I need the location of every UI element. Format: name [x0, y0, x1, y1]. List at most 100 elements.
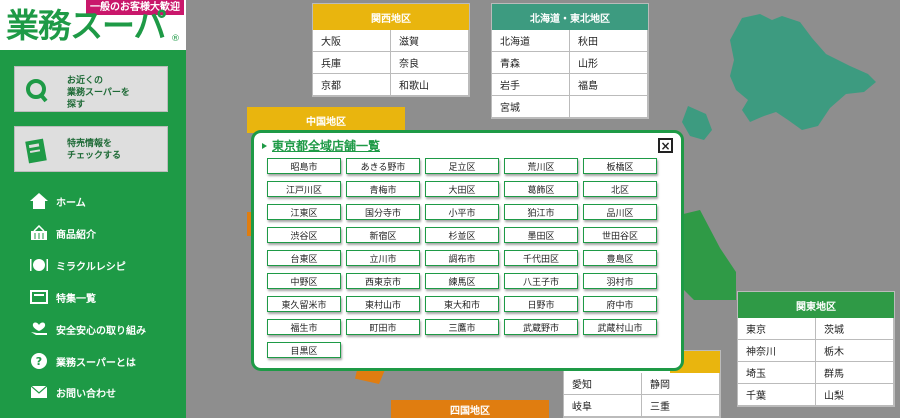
basket-icon — [30, 224, 48, 242]
store-button[interactable]: 東大和市 — [425, 296, 499, 312]
store-button[interactable]: 武蔵野市 — [504, 319, 578, 335]
pref-shiga[interactable]: 滋賀 — [391, 30, 469, 52]
store-button[interactable]: 調布市 — [425, 250, 499, 266]
safety-icon — [30, 320, 48, 338]
pref-fukushima[interactable]: 福島 — [570, 74, 648, 96]
pref-saitama[interactable]: 埼玉 — [738, 362, 816, 384]
store-button[interactable]: 東久留米市 — [267, 296, 341, 312]
store-button[interactable]: 狛江市 — [504, 204, 578, 220]
question-icon: ? — [30, 352, 48, 370]
store-button[interactable]: 福生市 — [267, 319, 341, 335]
pref-empty — [570, 96, 648, 118]
store-button[interactable]: 青梅市 — [346, 181, 420, 197]
store-button[interactable]: 国分寺市 — [346, 204, 420, 220]
store-button[interactable]: 渋谷区 — [267, 227, 341, 243]
store-button[interactable]: 昭島市 — [267, 158, 341, 174]
store-search-label: お近くの 業務スーパーを 探す — [67, 76, 130, 110]
triangle-icon — [262, 142, 267, 149]
pref-tochigi[interactable]: 栃木 — [816, 340, 894, 362]
store-button[interactable]: 杉並区 — [425, 227, 499, 243]
home-icon — [30, 192, 48, 210]
store-button[interactable]: 目黒区 — [267, 342, 341, 358]
flyer-label: 特売情報を チェックする — [67, 139, 122, 161]
store-button[interactable]: 三鷹市 — [425, 319, 499, 335]
store-button[interactable]: 品川区 — [583, 204, 657, 220]
nav-safety-label: 安全安心の取り組み — [56, 325, 146, 337]
pref-iwate[interactable]: 岩手 — [492, 74, 570, 96]
pref-tokyo[interactable]: 東京 — [738, 318, 816, 340]
nav-features-label: 特集一覧 — [56, 293, 96, 305]
pref-chiba[interactable]: 千葉 — [738, 384, 816, 406]
pref-yamagata[interactable]: 山形 — [570, 52, 648, 74]
store-button[interactable]: 新宿区 — [346, 227, 420, 243]
nav-recipes[interactable]: ミラクルレシピ — [30, 255, 180, 275]
pref-osaka[interactable]: 大阪 — [313, 30, 391, 52]
nav-about[interactable]: ? 業務スーパーとは — [30, 351, 180, 371]
store-button[interactable]: 台東区 — [267, 250, 341, 266]
store-button[interactable]: 江東区 — [267, 204, 341, 220]
nav-features[interactable]: 特集一覧 — [30, 287, 180, 307]
flyer-icon — [25, 138, 47, 164]
store-button[interactable]: 江戸川区 — [267, 181, 341, 197]
store-button[interactable]: 墨田区 — [504, 227, 578, 243]
pref-aichi[interactable]: 愛知 — [564, 373, 642, 395]
store-button[interactable]: 足立区 — [425, 158, 499, 174]
nav-safety[interactable]: 安全安心の取り組み — [30, 319, 180, 339]
logo[interactable]: 一般のお客様大歓迎 業務スーパー ® — [0, 0, 186, 50]
store-button[interactable]: 日野市 — [504, 296, 578, 312]
pref-akita[interactable]: 秋田 — [570, 30, 648, 52]
pref-nara[interactable]: 奈良 — [391, 52, 469, 74]
pref-kanagawa[interactable]: 神奈川 — [738, 340, 816, 362]
close-icon[interactable]: × — [658, 138, 673, 153]
region-hokkaido-tohoku: 北海道・東北地区 北海道 秋田 青森 山形 岩手 福島 宮城 — [491, 3, 649, 119]
store-button[interactable]: 東村山市 — [346, 296, 420, 312]
pref-yamanashi[interactable]: 山梨 — [816, 384, 894, 406]
store-button[interactable]: 府中市 — [583, 296, 657, 312]
svg-text:?: ? — [36, 355, 42, 368]
store-button[interactable]: 立川市 — [346, 250, 420, 266]
store-button[interactable]: 千代田区 — [504, 250, 578, 266]
list-icon — [30, 288, 48, 306]
region-kanto: 関東地区 東京 茨城 神奈川 栃木 埼玉 群馬 千葉 山梨 — [737, 291, 895, 407]
store-button[interactable]: 豊島区 — [583, 250, 657, 266]
store-button[interactable]: 中野区 — [267, 273, 341, 289]
store-button[interactable]: 世田谷区 — [583, 227, 657, 243]
pref-ibaraki[interactable]: 茨城 — [816, 318, 894, 340]
pref-wakayama[interactable]: 和歌山 — [391, 74, 469, 96]
nav-contact[interactable]: お問い合わせ — [30, 382, 180, 402]
store-button[interactable]: 西東京市 — [346, 273, 420, 289]
region-kansai: 関西地区 大阪 滋賀 兵庫 奈良 京都 和歌山 — [312, 3, 470, 97]
nav-home[interactable]: ホーム — [30, 191, 180, 211]
pref-mie[interactable]: 三重 — [642, 395, 720, 417]
store-button[interactable]: あきる野市 — [346, 158, 420, 174]
pref-kyoto[interactable]: 京都 — [313, 74, 391, 96]
pref-hyogo[interactable]: 兵庫 — [313, 52, 391, 74]
pref-shizuoka[interactable]: 静岡 — [642, 373, 720, 395]
store-button[interactable]: 町田市 — [346, 319, 420, 335]
store-button[interactable]: 葛飾区 — [504, 181, 578, 197]
store-button[interactable]: 小平市 — [425, 204, 499, 220]
store-button[interactable]: 荒川区 — [504, 158, 578, 174]
store-button[interactable]: 八王子市 — [504, 273, 578, 289]
store-search-button[interactable]: お近くの 業務スーパーを 探す — [14, 66, 168, 112]
store-button[interactable]: 北区 — [583, 181, 657, 197]
pref-aomori[interactable]: 青森 — [492, 52, 570, 74]
logo-brand: 業務スーパー — [6, 6, 167, 50]
flyer-button[interactable]: 特売情報を チェックする — [14, 126, 168, 172]
region-hokkaido-tohoku-title: 北海道・東北地区 — [492, 4, 648, 30]
pref-gunma[interactable]: 群馬 — [816, 362, 894, 384]
store-button[interactable]: 練馬区 — [425, 273, 499, 289]
store-button[interactable]: 板橋区 — [583, 158, 657, 174]
logo-reg-mark: ® — [171, 34, 180, 44]
nav-products[interactable]: 商品紹介 — [30, 223, 180, 243]
pref-miyagi[interactable]: 宮城 — [492, 96, 570, 118]
nav-contact-label: お問い合わせ — [56, 388, 116, 400]
sidebar: 一般のお客様大歓迎 業務スーパー ® お近くの 業務スーパーを 探す 特売情報を… — [0, 0, 186, 418]
pref-gifu[interactable]: 岐阜 — [564, 395, 642, 417]
region-kansai-title: 関西地区 — [313, 4, 469, 30]
store-button[interactable]: 大田区 — [425, 181, 499, 197]
pref-hokkaido[interactable]: 北海道 — [492, 30, 570, 52]
store-button[interactable]: 羽村市 — [583, 273, 657, 289]
store-button[interactable]: 武蔵村山市 — [583, 319, 657, 335]
modal-title[interactable]: 東京都全域店舗一覧 — [272, 137, 380, 154]
